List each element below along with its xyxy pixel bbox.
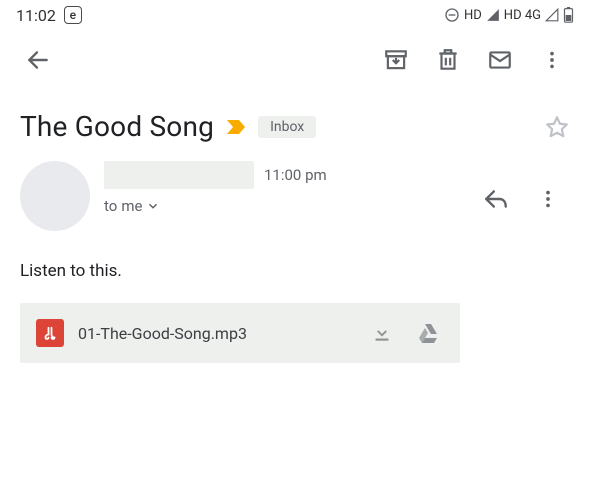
to-name: me xyxy=(121,197,142,215)
reply-icon xyxy=(483,186,509,212)
save-to-drive-button[interactable] xyxy=(412,317,444,349)
status-time: 11:02 xyxy=(16,6,56,25)
attachment-chip[interactable]: 01-The-Good-Song.mp3 xyxy=(20,303,460,363)
recipients-toggle[interactable]: to me xyxy=(104,197,460,215)
status-bar: 11:02 e HD HD 4G xyxy=(0,0,590,30)
star-button[interactable] xyxy=(544,114,570,140)
subject-row: The Good Song Inbox xyxy=(0,90,590,153)
attachment-filename: 01-The-Good-Song.mp3 xyxy=(78,324,352,343)
back-arrow-icon xyxy=(25,47,51,73)
back-button[interactable] xyxy=(16,38,60,82)
sender-row: 11:00 pm to me xyxy=(0,153,590,231)
archive-button[interactable] xyxy=(374,38,418,82)
download-icon xyxy=(371,322,393,344)
to-prefix: to xyxy=(104,197,117,215)
delete-button[interactable] xyxy=(426,38,470,82)
sender-name-redacted xyxy=(104,161,254,189)
message-more-button[interactable] xyxy=(526,177,570,221)
toolbar xyxy=(0,30,590,90)
battery-icon xyxy=(563,7,574,23)
more-button[interactable] xyxy=(530,38,574,82)
reply-button[interactable] xyxy=(474,177,518,221)
sender-avatar[interactable] xyxy=(20,161,90,231)
archive-icon xyxy=(383,47,409,73)
download-button[interactable] xyxy=(366,317,398,349)
do-not-disturb-icon xyxy=(444,7,460,23)
more-vert-icon xyxy=(537,188,559,210)
status-hd-2: HD 4G xyxy=(504,8,541,23)
signal-icon-2 xyxy=(545,8,559,22)
mark-unread-button[interactable] xyxy=(478,38,522,82)
email-subject: The Good Song xyxy=(20,110,214,143)
chevron-down-icon xyxy=(146,199,160,213)
email-time: 11:00 pm xyxy=(264,166,327,184)
audio-file-icon xyxy=(36,319,64,347)
trash-icon xyxy=(435,47,461,73)
more-vert-icon xyxy=(541,49,563,71)
star-outline-icon xyxy=(544,114,570,140)
status-app-badge: e xyxy=(64,6,82,24)
inbox-label-chip[interactable]: Inbox xyxy=(258,116,316,138)
signal-icon-1 xyxy=(486,8,500,22)
email-body: Listen to this. xyxy=(0,231,590,299)
important-marker-icon[interactable] xyxy=(224,115,248,139)
status-hd-1: HD xyxy=(464,8,482,23)
drive-icon xyxy=(416,321,440,345)
envelope-icon xyxy=(487,47,513,73)
